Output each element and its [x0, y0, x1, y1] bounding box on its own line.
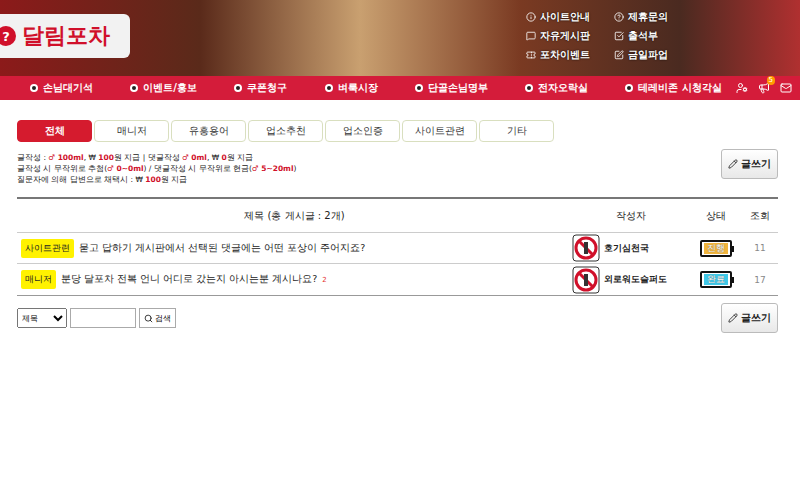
nav-item[interactable]: 단골손님명부 [415, 81, 488, 95]
notice[interactable]: 5 [758, 82, 770, 94]
link-icon [526, 12, 536, 22]
top-link[interactable]: 사이트안내 [526, 10, 614, 24]
search-button[interactable]: 검색 [139, 308, 176, 328]
search-field-select[interactable]: 제목 [17, 308, 67, 328]
category-tag: 사이트관련 [21, 239, 74, 258]
nav-item[interactable]: 손님대기석 [30, 81, 93, 95]
post-title[interactable]: 묻고 답하기 게시판에서 선택된 댓글에는 어떤 포상이 주어지죠? [79, 242, 365, 255]
nav-item[interactable]: 이벤트/홍보 [130, 81, 197, 95]
author[interactable]: 호기심천국 [572, 234, 690, 262]
view-count: 11 [742, 243, 778, 253]
category-tab[interactable]: 기타 [479, 120, 554, 142]
top-link[interactable]: 출석부 [614, 29, 694, 43]
top-link[interactable]: 금일파업 [614, 48, 694, 62]
nav-item[interactable]: 전자오락실 [525, 81, 588, 95]
logo-text: 달림포차 [22, 21, 110, 51]
link-icon [614, 50, 624, 60]
status-badge: 진행 [700, 240, 732, 257]
nav-item[interactable]: 쿠폰청구 [234, 81, 287, 95]
top-links: 사이트안내제휴문의자유게시판출석부포차이벤트금일파업 [520, 8, 700, 64]
top-link[interactable]: 자유게시판 [526, 29, 614, 43]
table-header: 제목 (총 게시글 : 2개)작성자상태조회 [17, 199, 778, 233]
column-header: 제목 (총 게시글 : 2개) [17, 209, 572, 223]
avatar-icon [572, 266, 600, 294]
bullet-icon [30, 84, 38, 92]
table-row[interactable]: 사이트관련 묻고 답하기 게시판에서 선택된 댓글에는 어떤 포상이 주어지죠? 호… [17, 233, 778, 264]
bullet-icon [525, 84, 533, 92]
link-icon [526, 50, 536, 60]
search-input[interactable] [70, 308, 136, 328]
category-tabs: 전체매니저유흥용어업소추천업소인증사이트관련기타 [17, 120, 778, 142]
bullet-icon [234, 84, 242, 92]
bullet-icon [625, 84, 633, 92]
category-tab[interactable]: 업소인증 [325, 120, 400, 142]
search-icon [144, 314, 153, 323]
category-tab[interactable]: 전체 [17, 120, 92, 142]
page: ? 달림포차 사이트안내제휴문의자유게시판출석부포차이벤트금일파업손님대기석 이벤트/… [0, 0, 800, 480]
notice-badge: 5 [767, 76, 775, 85]
link-icon [614, 31, 624, 41]
category-tab[interactable]: 업소추천 [248, 120, 323, 142]
write-button[interactable]: 글쓰기 [721, 149, 778, 179]
write-button[interactable]: 글쓰기 [721, 303, 778, 333]
author[interactable]: 외로워도슬퍼도 [572, 266, 690, 294]
logo[interactable]: ? 달림포차 [0, 14, 130, 58]
column-header: 작성자 [572, 209, 690, 223]
header: ? 달림포차 사이트안내제휴문의자유게시판출석부포차이벤트금일파업 [0, 0, 800, 76]
link-icon [526, 31, 536, 41]
nav-bar: 손님대기석 이벤트/홍보 쿠폰청구 벼룩시장 단골손님명부 전자오락실 테레비존 시청각실 5 [0, 76, 800, 100]
comment-count: 2 [322, 276, 326, 284]
logo-icon: ? [0, 26, 16, 46]
nav-item[interactable]: 벼룩시장 [325, 81, 378, 95]
avatar-icon [572, 234, 600, 262]
mail-icon[interactable] [780, 82, 792, 94]
table-row[interactable]: 매니저 분당 달포차 전복 언니 어디로 갔는지 아시는분 계시나요? 2 외로워도슬… [17, 264, 778, 295]
category-tag: 매니저 [21, 270, 56, 289]
bullet-icon [415, 84, 423, 92]
top-link[interactable]: 제휴문의 [614, 10, 694, 24]
column-header: 조회 [742, 209, 778, 223]
post-title[interactable]: 분당 달포차 전복 언니 어디로 갔는지 아시는분 계시나요? [61, 273, 317, 286]
top-link[interactable]: 포차이벤트 [526, 48, 614, 62]
pencil-icon [728, 159, 738, 169]
link-icon [614, 12, 624, 22]
view-count: 17 [742, 275, 778, 285]
category-tab[interactable]: 매니저 [94, 120, 169, 142]
bullet-icon [325, 84, 333, 92]
category-tab[interactable]: 사이트관련 [402, 120, 477, 142]
user-settings-icon[interactable] [736, 82, 748, 94]
status-badge: 완료 [700, 271, 732, 288]
bullet-icon [130, 84, 138, 92]
column-header: 상태 [690, 209, 742, 223]
pencil-icon [728, 313, 738, 323]
category-tab[interactable]: 유흥용어 [171, 120, 246, 142]
post-table: 제목 (총 게시글 : 2개)작성자상태조회사이트관련 묻고 답하기 게시판에서 … [17, 197, 778, 296]
nav-item[interactable]: 테레비존 시청각실 [625, 81, 721, 95]
reward-info: 글작성 : ♂ 100ml, ₩ 100원 지급 | 댓글작성 ♂ 0ml, ₩… [17, 149, 296, 185]
